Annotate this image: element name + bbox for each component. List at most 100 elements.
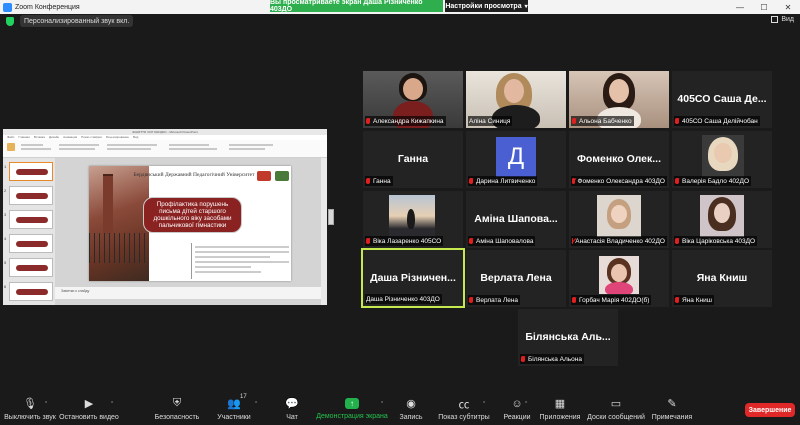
participant-tile[interactable]: Валерія Бадло 402ДО	[672, 131, 772, 188]
ribbon-group	[169, 144, 209, 146]
muted-mic-icon	[572, 178, 575, 184]
thumb-number: 6	[4, 284, 7, 289]
editor-scrollbar[interactable]	[321, 158, 327, 305]
participant-name: Валерія Бадло 402ДО	[682, 177, 750, 185]
participant-tile[interactable]: Білянська Аль... Білянська Альона	[518, 309, 618, 366]
participant-tile-active-speaker[interactable]: Даша Різничен... Даша Різниченко 403ДО	[361, 248, 465, 308]
ribbon-group	[107, 144, 157, 146]
close-button[interactable]: ✕	[776, 0, 800, 14]
participant-name: Ганна	[373, 177, 391, 185]
participant-video	[700, 195, 744, 237]
mute-label: Выключить звук	[4, 414, 56, 421]
ribbon-tab: Рецензирование	[105, 135, 129, 139]
participant-tile[interactable]: Д Дарина Литвиченко	[466, 131, 566, 188]
thumb-bar	[16, 169, 48, 175]
participant-tile[interactable]: Александра Кижапкина	[363, 71, 463, 128]
apps-button[interactable]: ▦ Приложения	[539, 393, 581, 425]
chevron-down-icon: ▾	[524, 3, 528, 10]
muted-mic-icon	[675, 238, 679, 244]
thumb-bar	[16, 265, 48, 271]
apps-label: Приложения	[539, 414, 581, 421]
participant-tile[interactable]: Горбач Марія 402ДО(б)	[569, 250, 669, 307]
current-slide[interactable]: Бердянський Державний Педагогічний Уніве…	[89, 166, 291, 281]
ribbon-tab: Показ слайдов	[81, 135, 102, 139]
thumb-bar	[16, 241, 48, 247]
view-options-label: Настройки просмотра	[445, 2, 522, 10]
fence-shape	[89, 233, 149, 263]
chevron-up-icon[interactable]: ⌃	[482, 401, 486, 407]
participant-name-label: Александра Кижапкина	[365, 116, 446, 126]
powerpoint-ribbon: Файл Главная Вставка Дизайн Анимация Пок…	[3, 135, 327, 158]
view-button[interactable]: Вид	[771, 16, 794, 23]
minimize-button[interactable]: —	[728, 0, 752, 14]
slide-thumbnail[interactable]	[9, 162, 53, 181]
view-options-button[interactable]: Настройки просмотра ▾	[445, 0, 528, 12]
muted-mic-icon	[469, 238, 473, 244]
participant-tile[interactable]: Верлата Лена Верлата Лена	[466, 250, 566, 307]
participant-tile[interactable]: Віка Лазаренко 405СО	[363, 191, 463, 248]
participant-name-label: Білянська Альона	[520, 354, 584, 364]
zoom-logo-icon	[3, 2, 12, 12]
avatar: Д	[496, 137, 536, 177]
slide-thumbnail[interactable]	[9, 282, 53, 301]
paste-icon	[7, 143, 15, 151]
mute-button[interactable]: 🎙 Выключить звук	[4, 393, 56, 425]
maximize-button[interactable]: ☐	[752, 0, 776, 14]
chat-label: Чат	[286, 414, 298, 421]
participant-tile[interactable]: Аміна Шапова... Аміна Шаповалова	[466, 191, 566, 248]
muted-mic-icon	[366, 238, 370, 244]
slide-thumbnail[interactable]	[9, 234, 53, 253]
end-meeting-button[interactable]: Завершение	[745, 403, 795, 417]
slide-thumbnails: 1 2 3 4 5 6	[3, 158, 55, 305]
record-button[interactable]: ◉ Запись	[396, 393, 426, 425]
chevron-up-icon[interactable]: ⌃	[254, 401, 258, 407]
whiteboards-button[interactable]: ▭ Доски сообщений	[587, 393, 645, 425]
captions-button[interactable]: ㏄ Показ субтитры	[436, 393, 492, 425]
participant-name: Віка Лазаренко 405СО	[373, 237, 442, 245]
participant-name-label: Віка Царіковська 403ДО	[674, 236, 758, 246]
participant-tile[interactable]: Ганна Ганна	[363, 131, 463, 188]
ribbon-group	[21, 148, 51, 150]
record-label: Запись	[399, 414, 423, 421]
chevron-up-icon[interactable]: ⌃	[110, 401, 114, 407]
participant-tile[interactable]: Анастасія Владиченко 402ДО	[569, 191, 669, 248]
ribbon-tabs: Файл Главная Вставка Дизайн Анимация Пок…	[3, 135, 327, 140]
participant-name-label: Валерія Бадло 402ДО	[674, 176, 752, 186]
stop-video-button[interactable]: ▶ Остановить видео	[59, 393, 119, 425]
participant-tile[interactable]: Фоменко Олек... Фоменко Олександра 403ДО	[569, 131, 669, 188]
participant-tile[interactable]: Віка Царіковська 403ДО	[672, 191, 772, 248]
participants-button[interactable]: 👥 17 Участники	[214, 393, 254, 425]
participant-tile[interactable]: Альона Бабченко	[569, 71, 669, 128]
chevron-up-icon[interactable]: ⌃	[380, 401, 384, 407]
captions-icon: ㏄	[458, 398, 470, 411]
thumb-number: 2	[4, 188, 7, 193]
reactions-button[interactable]: ☺ Реакции	[502, 393, 532, 425]
text-line	[195, 266, 252, 268]
participant-name: Яна Книш	[682, 296, 712, 304]
chat-button[interactable]: 💬 Чат	[278, 393, 306, 425]
participant-name: Віка Царіковська 403ДО	[682, 237, 756, 245]
participant-tile[interactable]: Аліна Синиця	[466, 71, 566, 128]
participants-label: Участники	[217, 414, 251, 421]
participant-tile[interactable]: Яна Книш Яна Книш	[672, 250, 772, 307]
security-button[interactable]: ⛨ Безопасность	[150, 393, 204, 425]
ribbon-tab: Файл	[7, 135, 15, 139]
audio-status-pill[interactable]: Персонализированный звук вкл.	[20, 15, 134, 27]
slide-thumbnail[interactable]	[9, 186, 53, 205]
participant-name: Анастасія Владиченко 402ДО	[575, 237, 665, 245]
slide-thumbnail[interactable]	[9, 258, 53, 277]
chevron-up-icon[interactable]: ⌃	[524, 401, 528, 407]
shared-screen[interactable]: ЗАНЯТТЯ ЧСП 6023ДО1 - Microsoft PowerPoi…	[3, 129, 327, 305]
share-screen-button[interactable]: ↑ Демонстрация экрана	[316, 393, 388, 425]
window-controls: — ☐ ✕	[728, 0, 800, 14]
slide-title-box: Профілактика порушень письма дітей старш…	[143, 197, 242, 233]
ribbon-group	[229, 148, 265, 150]
participant-name: Аміна Шаповалова	[476, 237, 534, 245]
split-handle[interactable]	[328, 209, 334, 225]
notes-button[interactable]: ✎ Примечания	[652, 393, 692, 425]
slide-thumbnail[interactable]	[9, 210, 53, 229]
chevron-up-icon[interactable]: ⌃	[44, 401, 48, 407]
security-shield-icon[interactable]	[6, 17, 14, 26]
slide-notes[interactable]: Заметки к слайду	[55, 287, 327, 299]
participant-tile[interactable]: 405СО Саша Де... 405СО Саша Делійчобан	[672, 71, 772, 128]
